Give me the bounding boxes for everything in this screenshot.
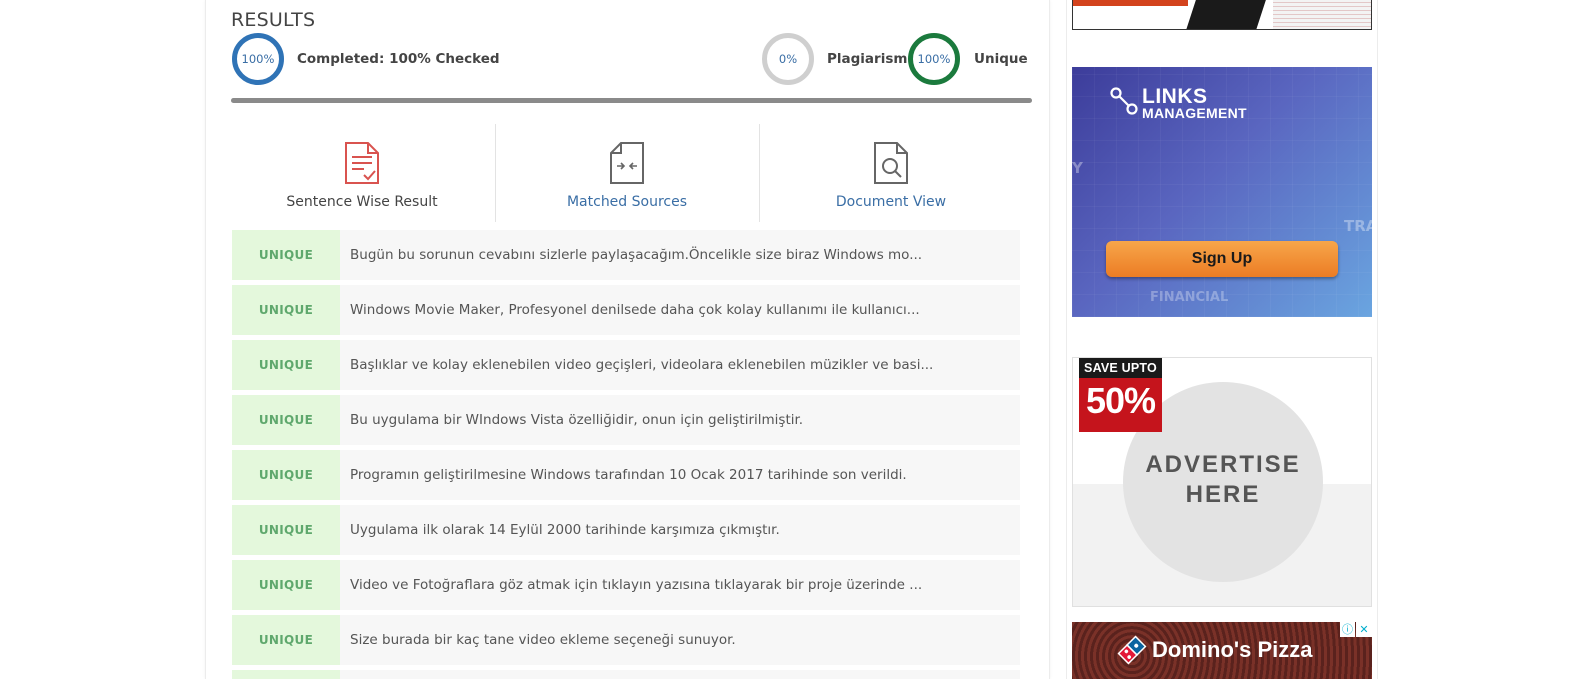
result-row[interactable]: UNIQUE Video ve Fotoğraflara göz atmak i… (232, 560, 1020, 610)
sentence-text: Uygulama ilk olarak 14 Eylül 2000 tarihi… (350, 522, 780, 538)
ad-stripe (1073, 0, 1188, 6)
save-badge-top: SAVE UPTO (1079, 358, 1162, 378)
sentence-text: Windows Movie Maker, Profesyonel denilse… (350, 302, 920, 318)
advertise-line2: HERE (1185, 481, 1261, 508)
result-row[interactable]: UNIQUE Bugün bu sorunun cevabını sizlerl… (232, 230, 1020, 280)
plagiarism-percent: 0% (778, 52, 798, 66)
unique-badge: UNIQUE (232, 560, 340, 610)
links-logo-icon (1110, 87, 1138, 115)
sentence-text: Video ve Fotoğraflara göz atmak için tık… (350, 577, 923, 593)
sign-up-button[interactable]: Sign Up (1106, 241, 1338, 277)
ad-brand-line2: MANAGEMENT (1142, 105, 1247, 121)
ad-paper-texture (1273, 0, 1371, 29)
unique-badge (232, 670, 340, 679)
tab-matched-sources[interactable]: Matched Sources (496, 124, 758, 222)
result-row[interactable]: UNIQUE Programın geliştirilmesine Window… (232, 450, 1020, 500)
sentence-text: Başlıklar ve kolay eklenebilen video geç… (350, 357, 934, 373)
dominos-brand: Domino's Pizza (1152, 637, 1313, 662)
check-progress-fill (231, 98, 1032, 103)
tab-label: Sentence Wise Result (286, 194, 438, 210)
dominos-ad[interactable]: Domino's Pizza ⓘ ✕ (1072, 622, 1372, 679)
ad-info-icon[interactable]: ⓘ (1340, 622, 1355, 637)
sentence-text: Bu uygulama bir WIndows Vista özelliğidi… (350, 412, 804, 428)
tab-sentence-wise-result[interactable]: Sentence Wise Result (231, 124, 493, 222)
completed-percent-circle: 100% (232, 33, 284, 85)
ad-background-text: Y (1072, 159, 1083, 177)
save-badge-percent: 50% (1085, 380, 1156, 421)
unique-badge: UNIQUE (232, 230, 340, 280)
result-row[interactable]: UNIQUE Bu uygulama bir WIndows Vista öze… (232, 395, 1020, 445)
unique-badge: UNIQUE (232, 615, 340, 665)
tab-label: Document View (835, 194, 947, 210)
unique-badge: UNIQUE (232, 285, 340, 335)
unique-percent: 100% (917, 52, 951, 66)
sentence-text: Programın geliştirilmesine Windows taraf… (350, 467, 907, 483)
document-check-icon (345, 142, 379, 184)
unique-percent-circle: 100% (908, 33, 960, 85)
completed-label: Completed: 100% Checked (297, 51, 500, 67)
unique-badge: UNIQUE (232, 505, 340, 555)
completed-percent: 100% (241, 52, 275, 66)
ad-background-text: TRA (1344, 217, 1372, 235)
ad-close-icon[interactable]: ✕ (1356, 622, 1372, 637)
plagiarism-label: Plagiarism (827, 51, 908, 67)
tab-document-view[interactable]: Document View (760, 124, 1022, 222)
document-compare-icon (610, 142, 644, 184)
top-ad-banner[interactable] (1072, 0, 1372, 30)
result-row[interactable]: UNIQUE Başlıklar ve kolay eklenebilen vi… (232, 340, 1020, 390)
unique-badge: UNIQUE (232, 395, 340, 445)
unique-label: Unique (974, 51, 1028, 67)
results-title: RESULTS (231, 9, 316, 31)
advertise-here-ad[interactable]: SAVE UPTO 50% ADVERTISE HERE (1072, 357, 1372, 607)
tab-label: Matched Sources (566, 194, 688, 210)
links-management-ad[interactable]: LINKS MANAGEMENT Y TRA FINANCIAL Sign Up (1072, 67, 1372, 317)
result-row[interactable]: UNIQUE Size burada bir kaç tane video ek… (232, 615, 1020, 665)
plagiarism-percent-circle: 0% (762, 33, 814, 85)
ad-background-text: FINANCIAL (1150, 290, 1229, 305)
dominos-logo-icon (1117, 635, 1147, 665)
advertise-line1: ADVERTISE (1145, 451, 1301, 478)
ad-device-shape (1186, 0, 1266, 29)
unique-badge: UNIQUE (232, 450, 340, 500)
check-progress-bar (231, 98, 1032, 103)
save-badge: SAVE UPTO 50% (1079, 358, 1162, 432)
sentence-text: Size burada bir kaç tane video ekleme se… (350, 632, 736, 648)
document-search-icon (874, 142, 908, 184)
result-row[interactable] (232, 670, 1020, 679)
sentence-text: Bugün bu sorunun cevabını sizlerle payla… (350, 247, 923, 263)
result-row[interactable]: UNIQUE Windows Movie Maker, Profesyonel … (232, 285, 1020, 335)
result-row[interactable]: UNIQUE Uygulama ilk olarak 14 Eylül 2000… (232, 505, 1020, 555)
unique-badge: UNIQUE (232, 340, 340, 390)
